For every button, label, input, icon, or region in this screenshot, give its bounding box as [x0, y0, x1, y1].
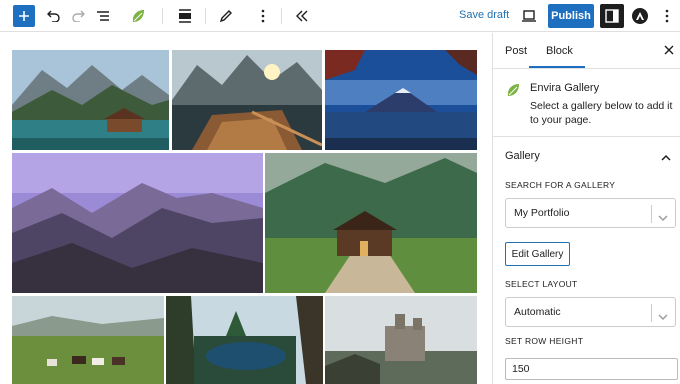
toolbar-divider [162, 8, 163, 24]
list-view-icon [97, 11, 109, 21]
select-divider [651, 205, 652, 223]
options-menu-button[interactable] [660, 0, 674, 32]
astra-icon [636, 12, 644, 20]
gallery-image-forest-lake[interactable] [166, 296, 323, 384]
layout-select[interactable]: Automatic [505, 297, 676, 327]
gallery-image-rowboat-lake[interactable] [172, 50, 322, 150]
settings-toggle-button[interactable] [600, 4, 624, 28]
more-options-icon [261, 9, 265, 23]
undo-button[interactable] [45, 0, 63, 32]
search-gallery-label: SEARCH FOR A GALLERY [505, 180, 616, 190]
active-tab-indicator [529, 66, 585, 68]
list-view-button[interactable] [94, 0, 112, 32]
desktop-preview-icon [522, 10, 536, 22]
align-button[interactable] [175, 0, 195, 32]
collapse-panel-button[interactable] [661, 149, 671, 167]
close-icon [664, 45, 674, 55]
row-height-value: 150 [512, 363, 530, 375]
block-card: Envira Gallery Select a gallery below to… [493, 69, 680, 137]
select-divider [651, 304, 652, 322]
more-options-button[interactable] [255, 0, 271, 32]
redo-icon [72, 10, 85, 22]
collapse-icon [296, 10, 308, 22]
collapse-toolbar-button[interactable] [292, 0, 312, 32]
chevron-up-icon [661, 154, 671, 161]
envira-block-icon [505, 82, 521, 103]
settings-sidebar: Post Block Envira Gallery Select a galle… [492, 33, 680, 384]
row-height-label: SET ROW HEIGHT [505, 336, 584, 346]
gallery-search-select[interactable]: My Portfolio [505, 198, 676, 228]
edit-gallery-button[interactable]: Edit Gallery [505, 242, 570, 266]
chevron-down-icon [658, 209, 668, 227]
select-layout-label: SELECT LAYOUT [505, 279, 578, 289]
redo-button[interactable] [69, 0, 87, 32]
kebab-menu-icon [665, 9, 669, 23]
block-description: Select a gallery below to add it to your… [530, 100, 673, 126]
gallery-panel-title[interactable]: Gallery [505, 150, 540, 162]
block-title: Envira Gallery [530, 82, 600, 94]
undo-icon [47, 10, 60, 22]
gallery-image-forest-cabin[interactable] [265, 153, 477, 293]
toolbar-divider [281, 8, 282, 24]
gallery-image-mount-fuji[interactable] [325, 50, 477, 150]
envira-leaf-icon [132, 10, 144, 22]
sidebar-tabs: Post Block [493, 33, 680, 69]
block-inserter-button[interactable] [13, 5, 35, 27]
toolbar-divider [205, 8, 206, 24]
align-icon [179, 9, 191, 23]
envira-block-button[interactable] [128, 0, 148, 32]
gallery-image-castle-ruins[interactable] [325, 296, 477, 384]
chevron-down-icon [658, 308, 668, 326]
preview-button[interactable] [520, 0, 538, 32]
gallery-image-lake-mountains[interactable] [12, 50, 169, 150]
edit-pen-icon [219, 10, 232, 23]
gallery-image-cows-hill[interactable] [12, 296, 164, 384]
close-sidebar-button[interactable] [664, 44, 674, 57]
save-draft-button[interactable]: Save draft [459, 9, 509, 21]
gallery-image-purple-mountains[interactable] [12, 153, 263, 293]
editor-canvas [0, 33, 492, 384]
edit-button[interactable] [216, 0, 236, 32]
astra-button[interactable] [632, 8, 648, 24]
editor-toolbar: Save draft Publish [0, 0, 680, 32]
tab-block[interactable]: Block [546, 45, 573, 57]
layout-value: Automatic [514, 306, 561, 318]
settings-icon [605, 9, 619, 23]
tab-post[interactable]: Post [505, 45, 527, 57]
publish-button[interactable]: Publish [548, 4, 594, 28]
gallery-search-value: My Portfolio [514, 207, 570, 219]
row-height-input[interactable]: 150 [505, 358, 678, 380]
plus-icon [19, 11, 29, 21]
